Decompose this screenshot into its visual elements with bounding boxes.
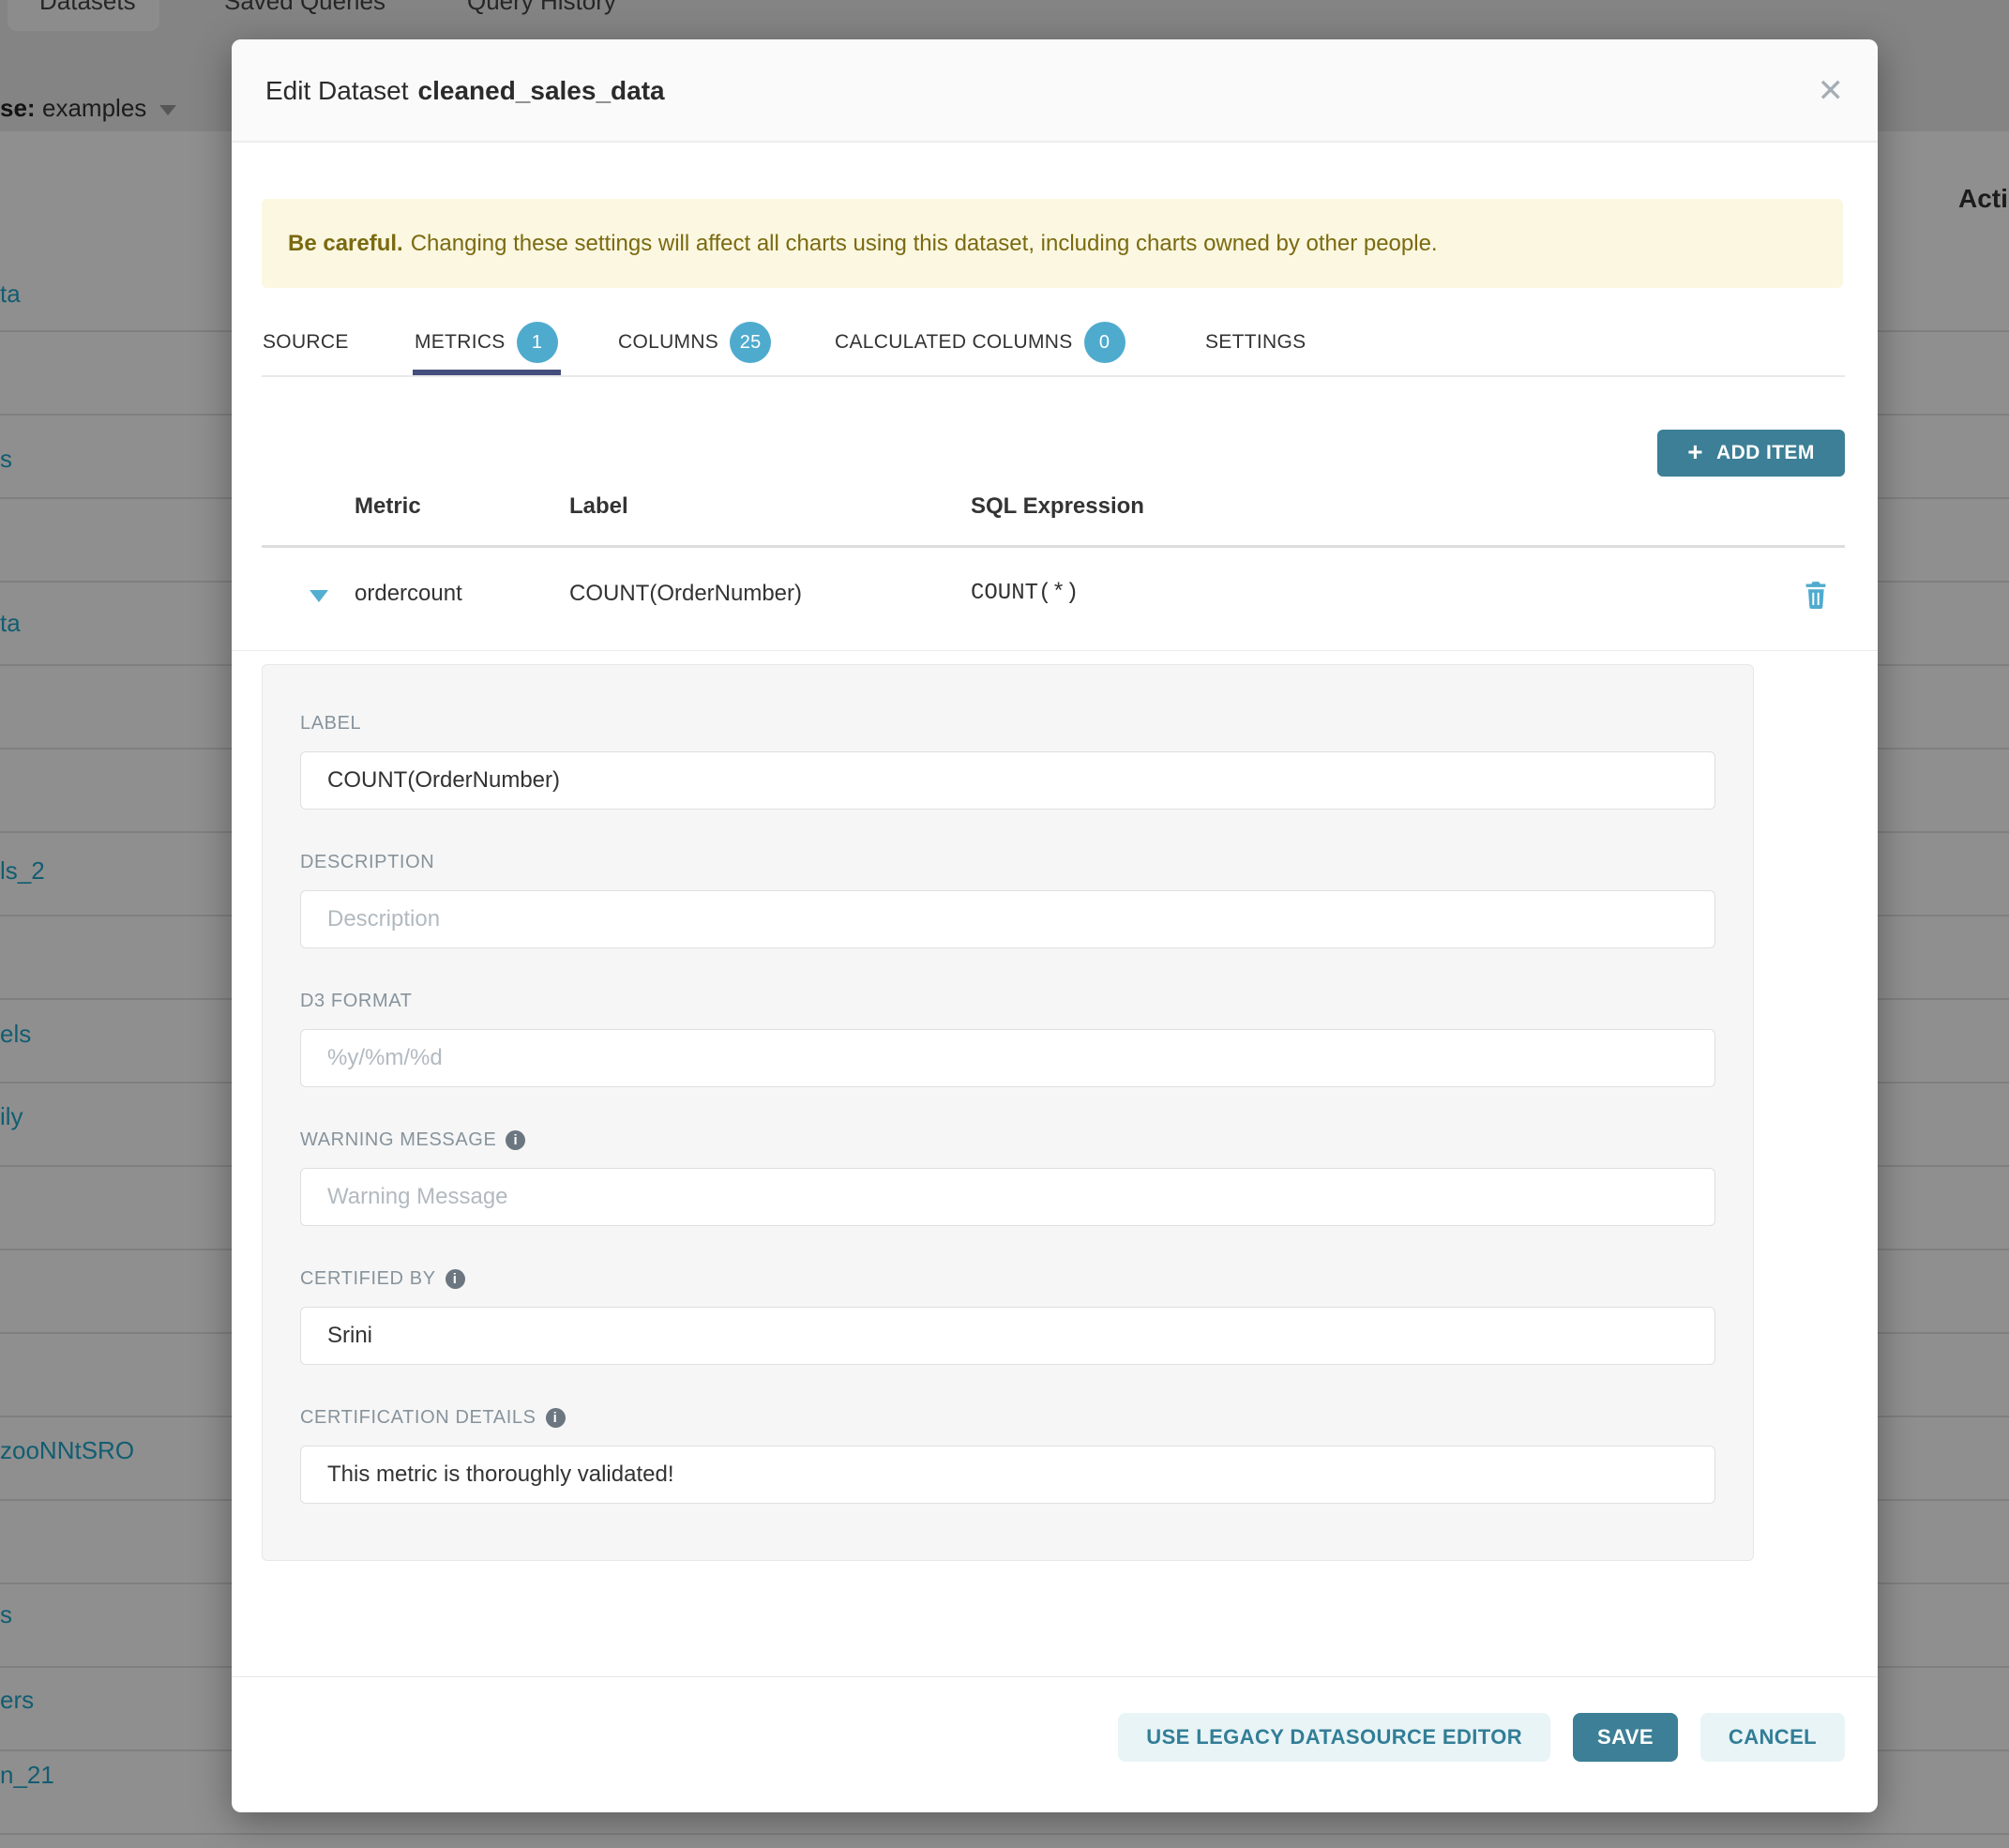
label-input[interactable] — [300, 751, 1715, 810]
field-group-certified-by: CERTIFIED BY i — [300, 1265, 1715, 1365]
tab-calculated-columns-label: CALCULATED COLUMNS — [835, 331, 1073, 354]
field-label-text: CERTIFICATION DETAILS — [300, 1407, 536, 1429]
cancel-button[interactable]: CANCEL — [1700, 1713, 1845, 1762]
column-header-sql-expression: SQL Expression — [971, 493, 1144, 520]
certification-details-input[interactable] — [300, 1446, 1715, 1504]
tab-source[interactable]: SOURCE — [263, 310, 349, 375]
tab-columns-label: COLUMNS — [618, 331, 718, 354]
field-label: LABEL — [300, 710, 1715, 736]
save-button[interactable]: SAVE — [1573, 1713, 1678, 1762]
info-icon[interactable]: i — [546, 1408, 566, 1428]
warning-banner-text: Changing these settings will affect all … — [411, 231, 1438, 257]
use-legacy-datasource-editor-button[interactable]: USE LEGACY DATASOURCE EDITOR — [1118, 1713, 1550, 1762]
close-icon[interactable]: ✕ — [1818, 39, 1845, 143]
collapse-caret-icon[interactable] — [310, 590, 328, 602]
tab-settings-label: SETTINGS — [1205, 331, 1306, 354]
field-group-label: LABEL — [300, 710, 1715, 810]
field-label: CERTIFIED BY i — [300, 1265, 1715, 1292]
field-group-d3-format: D3 FORMAT — [300, 988, 1715, 1087]
certified-by-input[interactable] — [300, 1307, 1715, 1365]
tab-metrics-label: METRICS — [415, 331, 506, 354]
edit-dataset-modal: Edit Dataset cleaned_sales_data ✕ Be car… — [232, 39, 1878, 1812]
active-tab-underline — [413, 370, 561, 375]
warning-banner-bold: Be careful. — [288, 231, 403, 257]
field-label: WARNING MESSAGE i — [300, 1127, 1715, 1153]
description-input[interactable] — [300, 890, 1715, 948]
field-group-description: DESCRIPTION — [300, 849, 1715, 948]
tab-calculated-columns[interactable]: CALCULATED COLUMNS 0 — [835, 310, 1125, 375]
column-header-metric: Metric — [355, 493, 421, 520]
field-label-text: D3 FORMAT — [300, 991, 412, 1012]
columns-count-badge: 25 — [730, 322, 771, 363]
tab-settings[interactable]: SETTINGS — [1205, 310, 1306, 375]
modal-title-dataset-name: cleaned_sales_data — [418, 76, 665, 106]
modal-header: Edit Dataset cleaned_sales_data ✕ — [232, 39, 1878, 143]
field-label: D3 FORMAT — [300, 988, 1715, 1014]
add-item-label: ADD ITEM — [1716, 442, 1815, 464]
info-icon[interactable]: i — [446, 1269, 465, 1289]
field-group-certification-details: CERTIFICATION DETAILS i — [300, 1404, 1715, 1504]
plus-icon: + — [1687, 437, 1703, 467]
column-header-label: Label — [569, 493, 628, 520]
field-label-text: LABEL — [300, 713, 361, 735]
metric-detail-panel: LABEL DESCRIPTION D3 FORMAT WARNING MESS… — [262, 664, 1754, 1561]
metrics-count-badge: 1 — [517, 322, 558, 363]
metric-label-cell: COUNT(OrderNumber) — [569, 581, 802, 607]
calculated-columns-count-badge: 0 — [1084, 322, 1125, 363]
tab-columns[interactable]: COLUMNS 25 — [618, 310, 771, 375]
field-label: CERTIFICATION DETAILS i — [300, 1404, 1715, 1431]
warning-banner: Be careful. Changing these settings will… — [262, 199, 1843, 288]
metrics-table-header: Metric Label SQL Expression — [232, 493, 1878, 545]
field-label: DESCRIPTION — [300, 849, 1715, 875]
tab-metrics[interactable]: METRICS 1 — [415, 310, 558, 375]
delete-metric-icon[interactable] — [1803, 581, 1829, 613]
add-item-button[interactable]: + ADD ITEM — [1657, 430, 1845, 477]
modal-tabs: SOURCE METRICS 1 COLUMNS 25 CALCULATED C… — [262, 310, 1845, 377]
tab-source-label: SOURCE — [263, 331, 349, 354]
field-group-warning-message: WARNING MESSAGE i — [300, 1127, 1715, 1226]
d3-format-input[interactable] — [300, 1029, 1715, 1087]
metric-name-cell: ordercount — [355, 581, 462, 607]
field-label-text: WARNING MESSAGE — [300, 1129, 496, 1151]
field-label-text: CERTIFIED BY — [300, 1268, 436, 1290]
info-icon[interactable]: i — [506, 1130, 525, 1150]
metric-sql-cell: COUNT(*) — [971, 581, 1079, 606]
modal-footer: USE LEGACY DATASOURCE EDITOR SAVE CANCEL — [232, 1676, 1878, 1812]
modal-title: Edit Dataset cleaned_sales_data — [265, 39, 665, 143]
field-label-text: DESCRIPTION — [300, 852, 434, 873]
metric-table-row: ordercount COUNT(OrderNumber) COUNT(*) — [232, 545, 1878, 651]
modal-title-prefix: Edit Dataset — [265, 76, 409, 106]
warning-message-input[interactable] — [300, 1168, 1715, 1226]
